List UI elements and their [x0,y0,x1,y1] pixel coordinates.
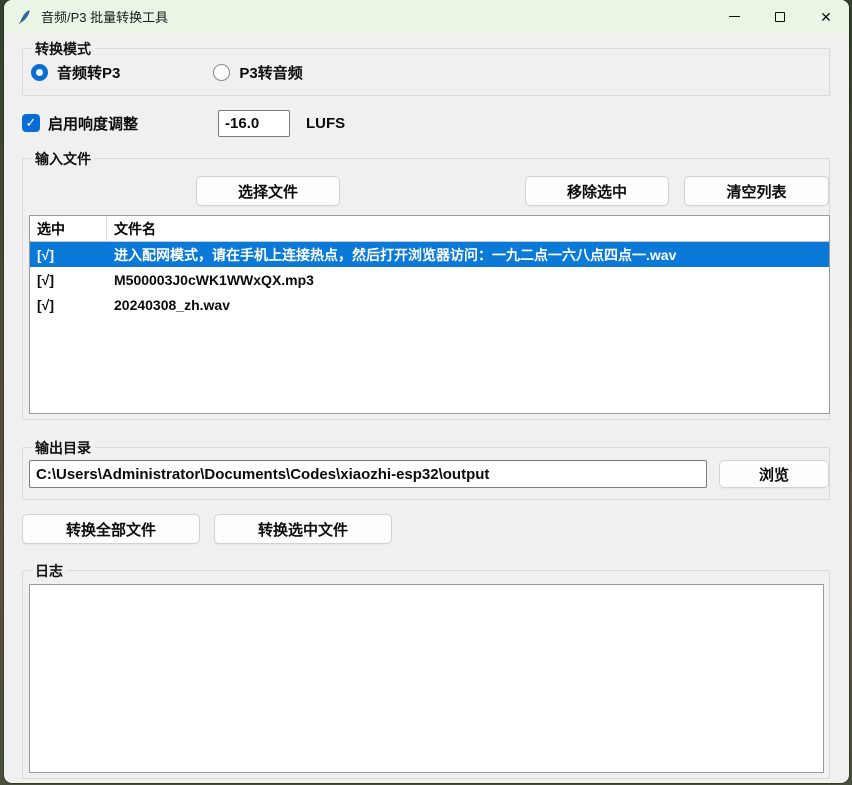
output-dir-group: 输出目录 浏览 [22,447,830,500]
convert-all-button[interactable]: 转换全部文件 [22,514,200,544]
log-group: 日志 [22,570,830,779]
browse-button[interactable]: 浏览 [719,460,829,488]
output-path-input[interactable] [29,460,707,488]
table-row[interactable]: [√]进入配网模式，请在手机上连接热点，然后打开浏览器访问：一九二点一六八点四点… [30,242,829,267]
convert-selected-button[interactable]: 转换选中文件 [214,514,392,544]
close-icon: ✕ [820,10,832,24]
tk-feather-icon [16,8,32,26]
maximize-icon [775,12,785,22]
log-group-label: 日志 [31,561,67,581]
log-textarea[interactable] [29,584,824,773]
radio-audio-to-p3[interactable] [31,64,48,81]
table-row[interactable]: [√]M500003J0cWK1WWxQX.mp3 [30,267,829,292]
row-filename[interactable]: 20240308_zh.wav [107,297,230,313]
radio-audio-to-p3-label[interactable]: 音频转P3 [57,62,120,83]
row-filename[interactable]: M500003J0cWK1WWxQX.mp3 [107,272,314,288]
radio-p3-to-audio[interactable] [213,64,230,81]
lufs-unit-label: LUFS [306,115,345,132]
titlebar: 音频/P3 批量转换工具 ✕ [4,0,849,33]
header-checked-column[interactable]: 选中 [30,216,107,241]
loudness-label[interactable]: 启用响度调整 [48,113,138,134]
loudness-checkbox[interactable] [22,114,40,132]
close-button[interactable]: ✕ [803,0,849,33]
row-checked-mark[interactable]: [√] [30,272,107,288]
file-list-rows: [√]进入配网模式，请在手机上连接热点，然后打开浏览器访问：一九二点一六八点四点… [30,242,829,317]
input-files-group-label: 输入文件 [31,149,95,169]
input-files-group: 输入文件 选择文件 移除选中 清空列表 选中 文件名 [√]进入配网模式，请在手… [22,158,830,420]
file-list[interactable]: 选中 文件名 [√]进入配网模式，请在手机上连接热点，然后打开浏览器访问：一九二… [29,215,830,414]
row-checked-mark[interactable]: [√] [30,247,107,263]
row-filename[interactable]: 进入配网模式，请在手机上连接热点，然后打开浏览器访问：一九二点一六八点四点一.w… [107,245,676,265]
app-window: 音频/P3 批量转换工具 ✕ 转换模式 音频转P3 P3转音频 启用响度调整 L… [4,0,849,783]
minimize-icon [729,16,740,17]
select-files-button[interactable]: 选择文件 [196,176,340,206]
clear-list-button[interactable]: 清空列表 [684,176,829,206]
remove-selected-button[interactable]: 移除选中 [525,176,669,206]
window-title: 音频/P3 批量转换工具 [41,7,168,26]
file-list-header: 选中 文件名 [30,216,829,242]
row-checked-mark[interactable]: [√] [30,297,107,313]
loudness-row: 启用响度调整 LUFS [22,109,345,137]
radio-p3-to-audio-label[interactable]: P3转音频 [239,62,302,83]
header-filename-column[interactable]: 文件名 [107,219,156,239]
mode-group-label: 转换模式 [31,39,95,59]
minimize-button[interactable] [711,0,757,33]
mode-group: 转换模式 音频转P3 P3转音频 [22,48,830,96]
table-row[interactable]: [√]20240308_zh.wav [30,292,829,317]
maximize-button[interactable] [757,0,803,33]
output-dir-group-label: 输出目录 [31,438,95,458]
lufs-input[interactable] [218,110,290,137]
